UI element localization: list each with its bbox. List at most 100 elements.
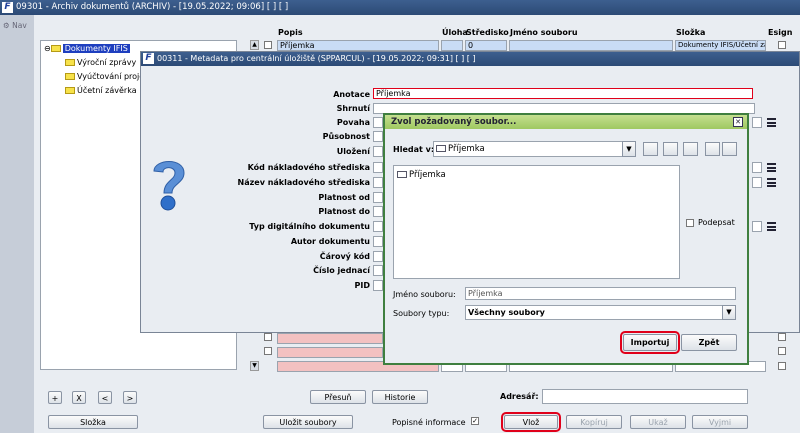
label-platnost-do: Platnost do	[318, 207, 370, 216]
row-checkbox[interactable]	[264, 41, 272, 49]
row-esign-checkbox[interactable]	[778, 362, 786, 370]
add-button[interactable]: +	[48, 391, 62, 404]
nazev-strediska-input-end[interactable]	[752, 177, 762, 188]
history-button[interactable]: Historie	[372, 390, 428, 404]
list-picker-icon[interactable]	[767, 222, 776, 231]
copy-button[interactable]: Kopíruj	[566, 415, 622, 429]
row-uloha[interactable]	[441, 40, 463, 51]
folder-icon	[397, 171, 407, 178]
label-povaha: Povaha	[336, 118, 370, 127]
nav-strip: ⚙ Nav	[0, 15, 34, 433]
chevron-down-icon[interactable]: ▼	[622, 141, 636, 157]
kod-strediska-input-end[interactable]	[752, 162, 762, 173]
row-esign-checkbox[interactable]	[778, 347, 786, 355]
row-popis[interactable]	[277, 333, 383, 344]
pusobnost-input[interactable]	[373, 131, 383, 142]
file-list-item[interactable]: Příjemka	[397, 170, 446, 180]
autor-input[interactable]	[373, 236, 383, 247]
row-slozka[interactable]: Dokumenty IFIS/Účetní závěrka	[675, 40, 766, 51]
list-picker-icon[interactable]	[767, 163, 776, 172]
row-jmeno[interactable]	[509, 40, 673, 51]
details-view-icon[interactable]	[722, 142, 737, 156]
folder-icon	[65, 73, 75, 80]
close-icon[interactable]: ✕	[733, 117, 743, 127]
move-button[interactable]: Přesuň	[310, 390, 366, 404]
app-logo-icon: F	[2, 2, 13, 13]
take-button[interactable]: Vyjmi	[692, 415, 748, 429]
row-checkbox[interactable]	[264, 347, 272, 355]
col-header-popis[interactable]: Popis	[278, 28, 303, 37]
row-popis[interactable]	[277, 347, 383, 358]
label-anotace: Anotace	[333, 90, 370, 99]
sign-checkbox[interactable]	[686, 219, 694, 227]
import-button[interactable]: Importuj	[620, 331, 680, 354]
folder-icon	[65, 59, 75, 66]
prev-button[interactable]: <	[98, 391, 112, 404]
folder-icon	[436, 145, 446, 152]
folder-icon	[50, 45, 61, 52]
label-shrnuti: Shrnutí	[336, 104, 370, 113]
folder-button[interactable]: Složka	[48, 415, 138, 429]
filetype-select[interactable]: Všechny soubory	[465, 305, 723, 320]
povaha-input[interactable]	[373, 117, 383, 128]
typ-dokumentu-input-end[interactable]	[752, 221, 762, 232]
tree-item[interactable]: Vyúčtování projek	[65, 72, 149, 81]
new-folder-icon[interactable]	[683, 142, 698, 156]
scroll-up-icon[interactable]: ▲	[250, 40, 259, 50]
label-platnost-od: Platnost od	[318, 193, 370, 202]
typ-dokumentu-input[interactable]	[373, 221, 383, 232]
label-nazev-strediska: Název nákladového střediska	[237, 178, 370, 187]
list-view-icon[interactable]	[705, 142, 720, 156]
desc-info-checkbox[interactable]: ✓	[471, 417, 479, 425]
filename-input[interactable]: Příjemka	[465, 287, 736, 300]
povaha-input-end[interactable]	[752, 117, 762, 128]
delete-button[interactable]: X	[72, 391, 86, 404]
address-input[interactable]	[542, 389, 748, 404]
col-header-slozka[interactable]: Složka	[676, 28, 705, 37]
chevron-down-icon[interactable]: ▼	[722, 305, 736, 320]
label-pusobnost: Působnost	[322, 132, 370, 141]
platnost-do-input[interactable]	[373, 206, 383, 217]
filename-label: Jméno souboru:	[393, 290, 456, 299]
sign-label: Podepsat	[698, 218, 735, 227]
up-folder-icon[interactable]	[643, 142, 658, 156]
nazev-strediska-input[interactable]	[373, 177, 383, 188]
ulozeni-input[interactable]	[373, 146, 383, 157]
show-button[interactable]: Ukaž	[630, 415, 686, 429]
row-stredisko[interactable]: 0	[465, 40, 507, 51]
carovy-kod-input[interactable]	[373, 251, 383, 262]
save-files-button[interactable]: Uložit soubory	[263, 415, 353, 429]
col-header-uloha[interactable]: Úloha	[442, 28, 468, 37]
home-folder-icon[interactable]	[663, 142, 678, 156]
list-picker-icon[interactable]	[767, 178, 776, 187]
back-button[interactable]: Zpět	[681, 334, 737, 351]
cislo-jednaci-input[interactable]	[373, 265, 383, 276]
platnost-od-input[interactable]	[373, 192, 383, 203]
row-popis[interactable]: Příjemka	[277, 40, 439, 51]
row-esign-checkbox[interactable]	[778, 333, 786, 341]
col-header-jmeno[interactable]: Jméno souboru	[510, 28, 578, 37]
app-logo-icon: F	[143, 53, 154, 64]
row-esign-checkbox[interactable]	[778, 41, 786, 49]
address-label: Adresář:	[500, 392, 539, 401]
pid-input[interactable]	[373, 280, 383, 291]
tree-root[interactable]: ⊖ Dokumenty IFIS	[44, 44, 130, 53]
insert-button[interactable]: Vlož	[501, 412, 561, 432]
anotace-input[interactable]: Příjemka	[373, 88, 753, 99]
list-picker-icon[interactable]	[767, 118, 776, 127]
scroll-down-icon[interactable]: ▼	[250, 361, 259, 371]
look-in-select[interactable]: Příjemka	[433, 141, 623, 157]
window-title-bar: F 09301 - Archiv dokumentů (ARCHIV) - [1…	[0, 0, 800, 15]
col-header-stredisko[interactable]: Středisko	[466, 28, 509, 37]
nav-item[interactable]: ⚙ Nav	[3, 21, 34, 30]
next-button[interactable]: >	[123, 391, 137, 404]
file-list[interactable]: Příjemka	[393, 165, 680, 279]
tree-item[interactable]: Účetní závěrka	[65, 86, 137, 95]
col-header-esign[interactable]: Esign	[768, 28, 792, 37]
gear-icon: ⚙	[3, 21, 10, 30]
tree-item[interactable]: Výroční zprávy	[65, 58, 136, 67]
row-checkbox[interactable]	[264, 333, 272, 341]
collapse-icon[interactable]: ⊖	[44, 44, 51, 53]
kod-strediska-input[interactable]	[373, 162, 383, 173]
metadata-title: 00311 - Metadata pro centrální úložiště …	[157, 54, 476, 63]
